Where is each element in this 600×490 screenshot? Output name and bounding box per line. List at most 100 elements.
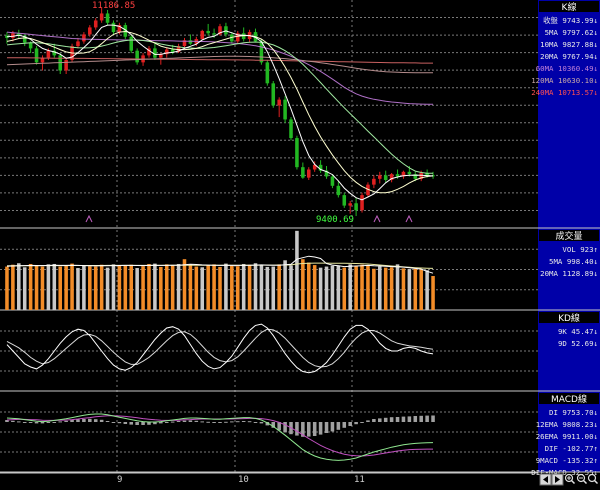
high-price-label: 11186.85: [92, 1, 135, 11]
volume-legend-row: 20MA 1128.89↓: [540, 269, 598, 278]
x-label-11: 11: [354, 475, 365, 485]
volume-bar: [372, 268, 376, 310]
volume-bar: [58, 266, 62, 310]
osc-bar: [366, 420, 370, 422]
x-label-10: 10: [238, 475, 249, 485]
scroll-left-icon[interactable]: [539, 473, 552, 486]
osc-bar: [383, 417, 388, 422]
volume-bar: [259, 265, 264, 310]
osc-bar: [164, 422, 169, 423]
osc-bar: [389, 417, 394, 422]
volume-bar: [123, 265, 128, 310]
osc-bar: [401, 416, 406, 422]
osc-bar: [312, 422, 317, 436]
volume-bar: [235, 266, 240, 310]
candle-body: [88, 27, 92, 35]
volume-bar: [64, 265, 68, 310]
osc-bar: [99, 419, 104, 422]
volume-bar: [11, 264, 15, 310]
macd-legend-row: 26EMA 9911.00↓: [536, 432, 598, 441]
volume-bar: [93, 266, 98, 310]
volume-bar: [159, 266, 163, 310]
candle-body: [271, 83, 276, 106]
osc-bar: [259, 422, 264, 424]
volume-bar: [147, 263, 151, 310]
candle-body: [206, 30, 210, 34]
volume-bar: [336, 265, 341, 310]
volume-legend-row: 5MA 998.40↓: [549, 257, 598, 266]
osc-bar: [425, 415, 429, 422]
volume-bar: [200, 267, 205, 310]
price-legend-row: 240MA 10713.57↓: [531, 88, 598, 97]
osc-bar: [336, 422, 341, 430]
candle-body: [306, 169, 311, 178]
volume-bar: [395, 264, 400, 310]
osc-bar: [330, 422, 335, 432]
kd-title: KD線: [558, 312, 580, 324]
macd-legend-row: DI 9753.70↓: [549, 408, 598, 417]
candle-body: [289, 119, 293, 139]
price-legend-row: 60MA 10360.49↓: [536, 64, 598, 73]
candle-body: [99, 13, 104, 21]
candle-body: [170, 49, 175, 52]
volume-bar: [247, 264, 252, 310]
candle-body: [93, 20, 98, 28]
candle-body: [135, 50, 139, 63]
volume-bar: [283, 260, 287, 310]
candle-body: [76, 41, 80, 47]
candle-body: [277, 99, 281, 106]
volume-bar: [135, 268, 139, 310]
candle-body: [200, 30, 205, 40]
volume-bar: [212, 264, 216, 310]
osc-bar: [235, 421, 240, 423]
osc-bar: [176, 421, 181, 422]
kd-legend-row: 9K 45.47↓: [558, 327, 598, 336]
candle-body: [34, 48, 39, 63]
volume-bar: [413, 268, 418, 310]
osc-bar: [22, 422, 27, 423]
osc-bar: [200, 421, 205, 423]
volume-bar: [218, 266, 222, 310]
osc-bar: [295, 422, 299, 436]
osc-bar: [123, 422, 128, 424]
volume-bar: [176, 263, 181, 310]
volume-bar: [153, 263, 157, 310]
candle-body: [265, 62, 270, 84]
chart-canvas[interactable]: 11186.85 9400.69 9 10 11 K線收盤 9743.99↓ 5M…: [0, 0, 600, 486]
candle-body: [360, 195, 364, 211]
osc-bar: [188, 420, 193, 422]
volume-bar: [318, 267, 323, 310]
candle-body: [354, 203, 358, 211]
osc-bar: [135, 422, 139, 425]
osc-bar: [253, 422, 258, 423]
candle-body: [336, 185, 341, 196]
osc-bar: [76, 419, 80, 422]
osc-bar: [224, 421, 228, 423]
volume-bar: [46, 264, 51, 310]
price-legend-row: 120MA 10630.10↓: [531, 76, 598, 85]
volume-bar: [194, 266, 199, 310]
macd-title: MACD線: [551, 393, 587, 405]
low-price-label: 9400.69: [316, 215, 354, 225]
volume-bar: [330, 265, 335, 310]
osc-bar: [206, 421, 210, 423]
x-label-9: 9: [117, 475, 122, 485]
osc-bar: [324, 422, 329, 433]
volume-bar: [271, 266, 276, 310]
candle-body: [111, 22, 116, 33]
osc-bar: [34, 422, 39, 424]
volume-title: 成交量: [555, 230, 582, 242]
candle-body: [330, 176, 335, 186]
osc-bar: [117, 422, 122, 424]
scroll-right-icon[interactable]: [551, 473, 564, 486]
osc-bar: [11, 420, 15, 422]
volume-bar: [34, 265, 39, 310]
osc-bar: [360, 422, 364, 423]
volume-bar: [401, 268, 406, 310]
volume-bar: [360, 264, 364, 310]
price-legend-row: 5MA 9797.62↓: [545, 28, 598, 37]
osc-bar: [170, 421, 175, 423]
volume-bar: [265, 266, 270, 310]
candle-body: [28, 42, 33, 49]
volume-bar: [425, 270, 429, 310]
